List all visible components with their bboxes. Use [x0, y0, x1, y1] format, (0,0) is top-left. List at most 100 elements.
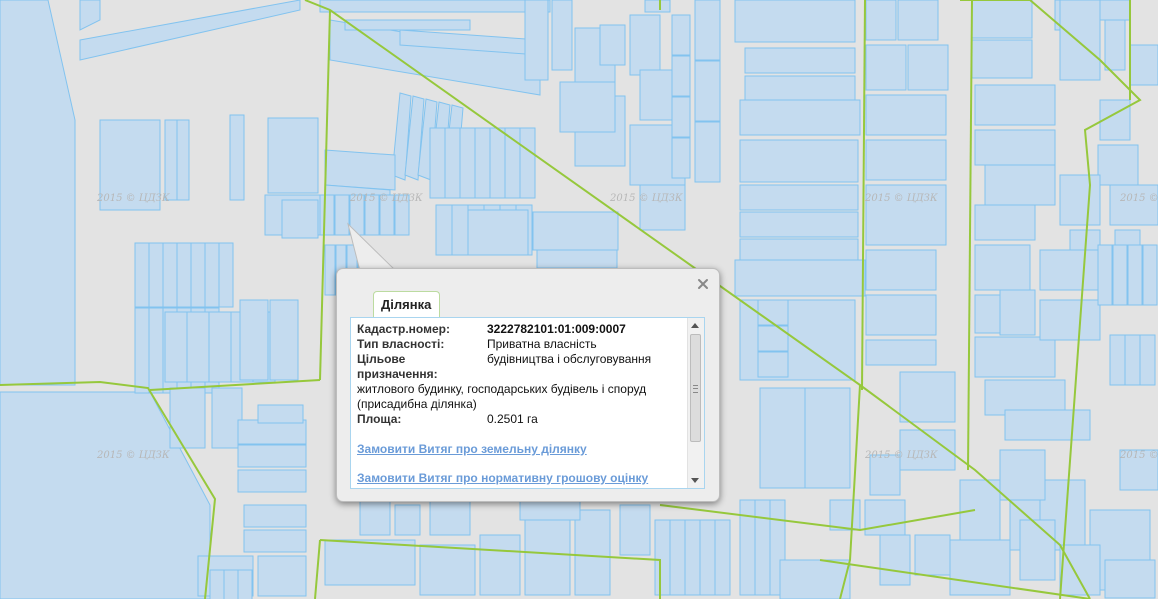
- close-icon[interactable]: [696, 277, 710, 291]
- parcel[interactable]: [223, 569, 239, 599]
- parcel[interactable]: [239, 299, 269, 381]
- parcel[interactable]: [694, 0, 721, 61]
- parcel[interactable]: [754, 499, 771, 596]
- parcel[interactable]: [971, 0, 1033, 39]
- popup-scrollbar[interactable]: [687, 318, 704, 488]
- parcel[interactable]: [190, 242, 206, 308]
- parcel[interactable]: [257, 555, 307, 597]
- parcel[interactable]: [1039, 299, 1101, 341]
- parcel[interactable]: [671, 137, 691, 179]
- parcel[interactable]: [804, 387, 851, 489]
- parcel[interactable]: [971, 39, 1033, 79]
- parcel[interactable]: [162, 242, 178, 308]
- parcel[interactable]: [208, 311, 232, 383]
- parcel[interactable]: [599, 24, 626, 66]
- parcel[interactable]: [759, 387, 806, 489]
- parcel[interactable]: [974, 244, 1031, 291]
- parcel[interactable]: [869, 454, 901, 496]
- parcel[interactable]: [974, 84, 1056, 126]
- scroll-up-arrow-icon[interactable]: [691, 323, 699, 328]
- parcel[interactable]: [237, 569, 253, 599]
- parcel[interactable]: [671, 55, 691, 97]
- parcel[interactable]: [134, 307, 150, 394]
- parcel[interactable]: [694, 121, 721, 183]
- parcel[interactable]: [1142, 244, 1158, 306]
- parcel[interactable]: [907, 44, 949, 91]
- parcel[interactable]: [394, 504, 421, 536]
- parcel[interactable]: [148, 307, 164, 394]
- order-land-extract-link[interactable]: Замовити Витяг про земельну ділянку: [357, 442, 687, 457]
- parcel[interactable]: [269, 299, 299, 381]
- parcel[interactable]: [694, 60, 721, 122]
- parcel[interactable]: [148, 242, 164, 308]
- parcel[interactable]: [1059, 0, 1101, 81]
- parcel[interactable]: [467, 209, 529, 256]
- parcel[interactable]: [744, 75, 856, 102]
- parcel[interactable]: [134, 242, 150, 308]
- parcel[interactable]: [1059, 544, 1101, 596]
- parcel[interactable]: [1109, 184, 1158, 226]
- parcel[interactable]: [344, 19, 471, 31]
- parcel[interactable]: [865, 339, 937, 366]
- parcel[interactable]: [319, 0, 551, 13]
- parcel[interactable]: [757, 351, 789, 378]
- parcel[interactable]: [209, 569, 225, 599]
- scrollbar-thumb[interactable]: [690, 334, 701, 442]
- parcel[interactable]: [237, 419, 307, 445]
- parcel[interactable]: [429, 127, 446, 199]
- parcel[interactable]: [536, 249, 618, 269]
- parcel[interactable]: [974, 204, 1036, 241]
- parcel[interactable]: [243, 529, 307, 553]
- parcel[interactable]: [984, 164, 1056, 206]
- order-valuation-extract-link[interactable]: Замовити Витяг про нормативну грошову оц…: [357, 471, 687, 486]
- parcel[interactable]: [1139, 334, 1156, 386]
- parcel[interactable]: [489, 127, 506, 199]
- parcel[interactable]: [734, 0, 856, 43]
- parcel[interactable]: [559, 81, 616, 133]
- parcel[interactable]: [865, 294, 937, 336]
- parcel[interactable]: [324, 244, 336, 296]
- parcel[interactable]: [1127, 244, 1143, 306]
- parcel[interactable]: [757, 299, 789, 326]
- parcel[interactable]: [574, 509, 611, 596]
- parcel[interactable]: [619, 504, 651, 556]
- parcel[interactable]: [243, 504, 307, 528]
- parcel[interactable]: [176, 242, 192, 308]
- parcel[interactable]: [1104, 19, 1126, 71]
- parcel[interactable]: [237, 469, 307, 493]
- parcel[interactable]: [684, 519, 701, 596]
- parcel[interactable]: [257, 404, 304, 424]
- parcel[interactable]: [829, 499, 861, 531]
- parcel[interactable]: [319, 194, 335, 236]
- parcel[interactable]: [899, 371, 956, 423]
- parcel[interactable]: [699, 519, 716, 596]
- parcel[interactable]: [1019, 519, 1056, 581]
- parcel[interactable]: [532, 211, 619, 251]
- parcel[interactable]: [671, 96, 691, 138]
- parcel[interactable]: [551, 0, 573, 71]
- parcel[interactable]: [974, 336, 1056, 378]
- parcel[interactable]: [865, 44, 907, 91]
- parcel[interactable]: [744, 47, 856, 74]
- parcel[interactable]: [419, 544, 476, 596]
- parcel[interactable]: [459, 127, 476, 199]
- parcel[interactable]: [974, 129, 1056, 166]
- parcel[interactable]: [204, 242, 220, 308]
- parcel[interactable]: [779, 559, 851, 599]
- parcel[interactable]: [864, 499, 906, 536]
- parcel[interactable]: [164, 119, 178, 201]
- parcel[interactable]: [865, 139, 947, 181]
- parcel[interactable]: [739, 211, 859, 238]
- parcel[interactable]: [1097, 244, 1113, 306]
- parcel[interactable]: [237, 444, 307, 468]
- parcel[interactable]: [739, 499, 756, 596]
- parcel[interactable]: [879, 534, 911, 586]
- parcel[interactable]: [324, 539, 416, 586]
- parcel[interactable]: [865, 94, 947, 136]
- parcel[interactable]: [629, 14, 661, 76]
- parcel[interactable]: [1004, 409, 1091, 441]
- parcel[interactable]: [524, 519, 571, 596]
- parcel[interactable]: [229, 114, 245, 201]
- parcel[interactable]: [865, 0, 897, 41]
- parcel[interactable]: [1124, 334, 1141, 386]
